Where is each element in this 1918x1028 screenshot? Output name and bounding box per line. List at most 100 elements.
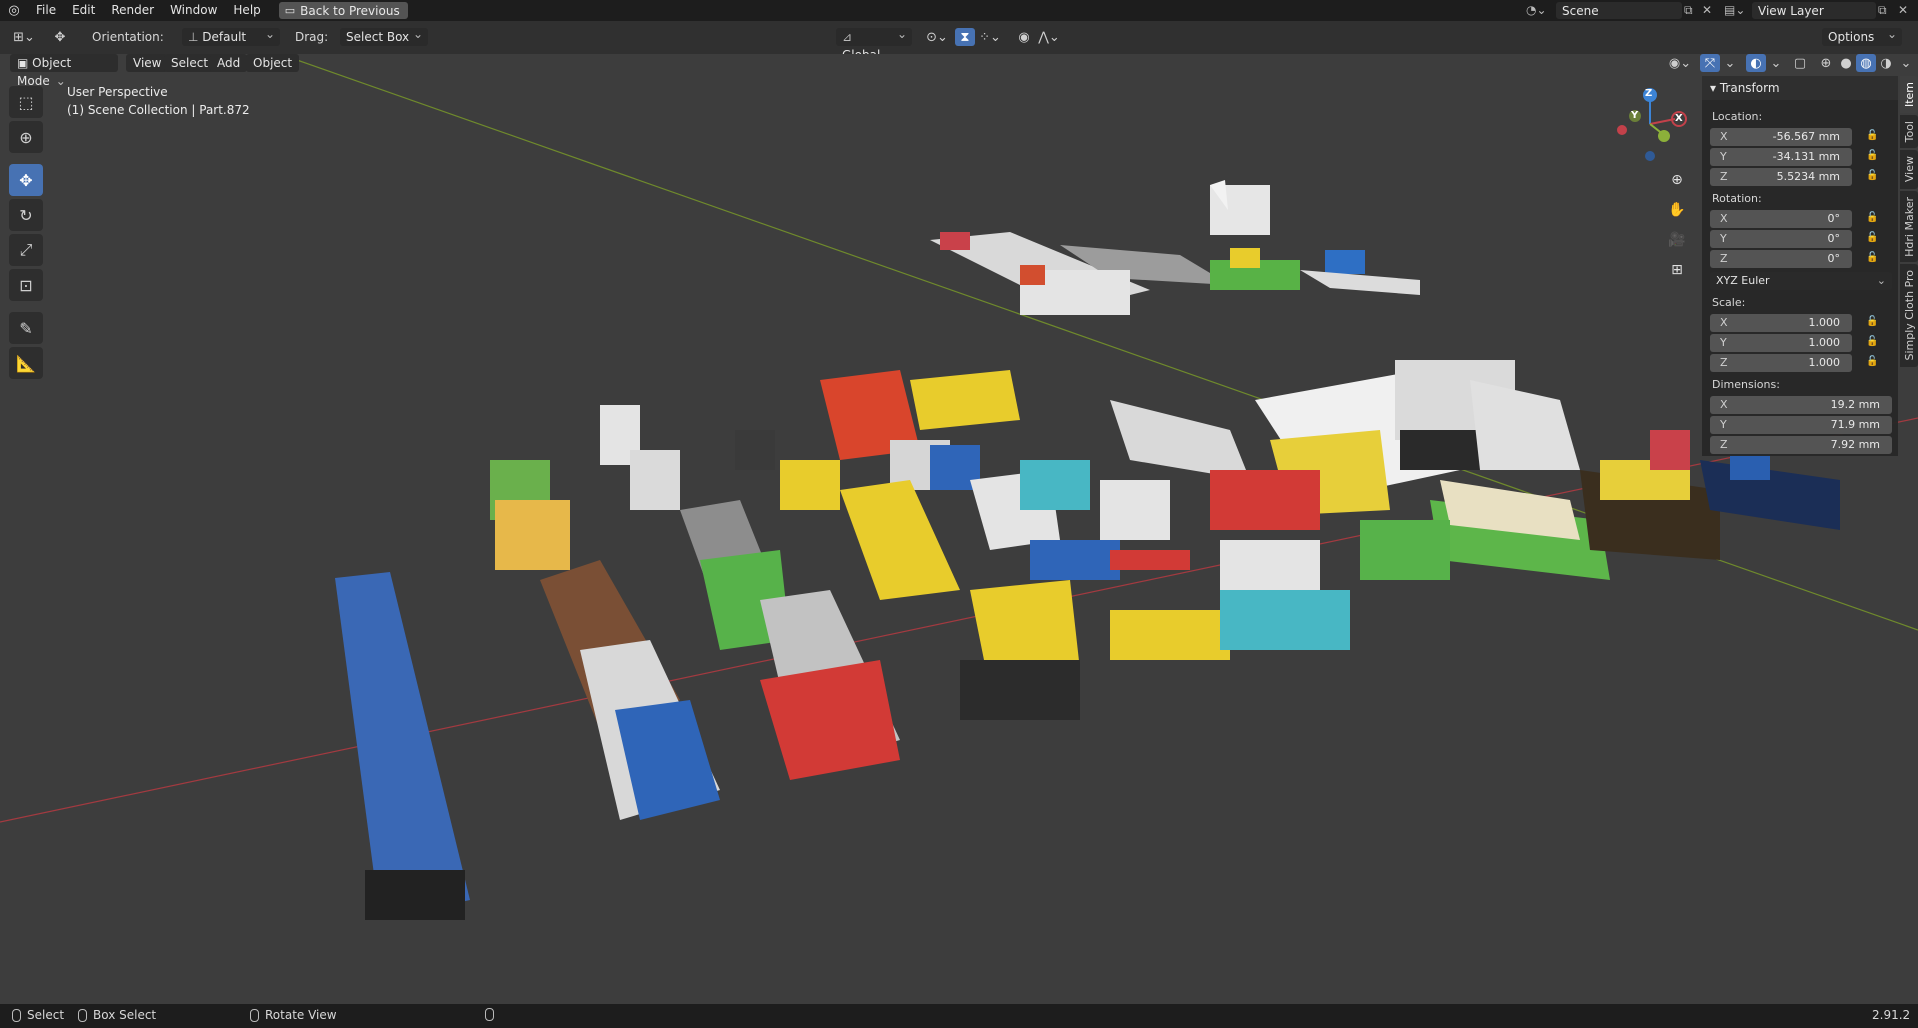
options-dropdown[interactable]: Options	[1822, 25, 1902, 46]
tab-tool[interactable]: Tool	[1900, 115, 1918, 149]
menu-help[interactable]: Help	[225, 0, 268, 21]
scale-tool-icon[interactable]: ⤢	[9, 234, 43, 266]
aircraft-group[interactable]	[930, 180, 1420, 315]
orientation-value: Default	[202, 30, 247, 44]
scale-x-field[interactable]: X 1.000	[1710, 314, 1852, 332]
lock-scale-y-icon[interactable]: 🔓	[1866, 336, 1880, 348]
location-x-field[interactable]: X -56.567 mm	[1710, 128, 1852, 146]
lock-location-z-icon[interactable]: 🔓	[1866, 170, 1880, 182]
blender-logo-icon[interactable]: ◎	[0, 0, 28, 21]
proportional-falloff-icon[interactable]: ⋀⌄	[1034, 28, 1064, 46]
drag-dropdown[interactable]: Select Box	[340, 25, 428, 46]
menu-object[interactable]: Object	[246, 54, 300, 72]
snap-target-icon[interactable]: ⁘⌄	[975, 28, 1005, 46]
dimensions-z-field[interactable]: Z 7.92 mm	[1710, 436, 1892, 454]
overlays-menu-icon[interactable]: ⌄	[1766, 54, 1786, 72]
menu-render[interactable]: Render	[103, 0, 162, 21]
dimensions-x-field[interactable]: X 19.2 mm	[1710, 396, 1892, 414]
select-box-tool-icon[interactable]: ⬚	[9, 86, 43, 118]
menu-file[interactable]: File	[28, 0, 64, 21]
tab-view[interactable]: View	[1900, 150, 1918, 189]
lock-scale-z-icon[interactable]: 🔓	[1866, 356, 1880, 368]
dimensions-y-field[interactable]: Y 71.9 mm	[1710, 416, 1892, 434]
rotation-y-field[interactable]: Y 0°	[1710, 230, 1852, 248]
right-mouse-icon	[485, 1008, 494, 1021]
tab-simply-cloth-pro[interactable]: Simply Cloth Pro	[1900, 264, 1918, 367]
cursor-tool-icon[interactable]: ⊕	[9, 121, 43, 153]
location-z-field[interactable]: Z 5.5234 mm	[1710, 168, 1852, 186]
menu-select[interactable]: Select	[164, 54, 216, 72]
tab-hdri-maker[interactable]: Hdri Maker	[1900, 190, 1918, 263]
lock-rotation-z-icon[interactable]: 🔓	[1866, 252, 1880, 264]
scene-selector-icon[interactable]: ◔⌄	[1526, 3, 1547, 17]
transform-tool-icon[interactable]: ⊡	[9, 269, 43, 301]
zoom-view-icon[interactable]: ⊕	[1664, 167, 1690, 193]
rendered-shading-icon[interactable]: ◑	[1876, 54, 1896, 72]
menu-add[interactable]: Add	[210, 54, 248, 72]
pan-view-icon[interactable]: ✋	[1664, 197, 1690, 223]
snap-toggle-icon[interactable]: ⧗	[955, 28, 975, 46]
lock-rotation-y-icon[interactable]: 🔓	[1866, 232, 1880, 244]
rotation-x-field[interactable]: X 0°	[1710, 210, 1852, 228]
camera-view-icon[interactable]: 🎥	[1664, 227, 1690, 253]
lock-rotation-x-icon[interactable]: 🔓	[1866, 212, 1880, 224]
menu-view[interactable]: View	[126, 54, 169, 72]
gizmo-z-label: Z	[1645, 88, 1653, 99]
shading-menu-icon[interactable]: ⌄	[1896, 54, 1916, 72]
delete-scene-icon[interactable]: ✕	[1702, 3, 1712, 17]
dimensions-label: Dimensions:	[1712, 378, 1780, 391]
back-to-previous-button[interactable]: ▭ Back to Previous	[278, 2, 408, 19]
scene-name: Scene	[1562, 3, 1599, 18]
orientation-dropdown[interactable]: ⊥ Default	[182, 25, 280, 46]
rotation-mode-dropdown[interactable]: XYZ Euler ⌄	[1710, 272, 1892, 290]
scale-y-field[interactable]: Y 1.000	[1710, 334, 1852, 352]
annotate-tool-icon[interactable]: ✎	[9, 312, 43, 344]
gizmo-y-label: Y	[1631, 110, 1639, 121]
proportional-editing-icon[interactable]: ◉	[1014, 28, 1034, 46]
scale-x-axis: X	[1720, 316, 1728, 329]
measure-tool-icon[interactable]: 📐	[9, 347, 43, 379]
tab-item[interactable]: Item	[1900, 76, 1918, 114]
overlays-toggle-icon[interactable]: ◐	[1746, 54, 1766, 72]
rotation-label: Rotation:	[1712, 192, 1762, 205]
solid-shading-icon[interactable]: ●	[1836, 54, 1856, 72]
view-layer-field[interactable]: View Layer	[1752, 2, 1876, 19]
menu-edit[interactable]: Edit	[64, 0, 103, 21]
sidebar-tabs: Item Tool View Hdri Maker Simply Cloth P…	[1900, 76, 1918, 369]
viewport-scene[interactable]	[0, 54, 1918, 1012]
delete-view-layer-icon[interactable]: ✕	[1898, 3, 1908, 17]
visibility-icon[interactable]: ◉⌄	[1666, 54, 1694, 72]
object-mode-dropdown[interactable]: ▣ Object Mode ⌄	[10, 54, 118, 88]
pivot-point-icon[interactable]: ⊙⌄	[922, 28, 952, 46]
xray-toggle-icon[interactable]: ▢	[1790, 54, 1810, 72]
gizmo-toggle-icon[interactable]: ⤧	[1700, 54, 1720, 72]
status-box-select: Box Select	[78, 1008, 156, 1022]
left-mouse-icon	[12, 1008, 21, 1022]
location-x-value: -56.567 mm	[1772, 130, 1840, 143]
scale-z-field[interactable]: Z 1.000	[1710, 354, 1852, 372]
tool-shelf: ⬚ ⊕ ✥ ↻ ⤢ ⊡ ✎ 📐	[9, 86, 47, 382]
scene-name-field[interactable]: Scene	[1556, 2, 1682, 19]
transform-panel-header[interactable]: ▾ Transform	[1702, 76, 1898, 100]
transform-orientation-dropdown[interactable]: ⊿ Global	[836, 25, 912, 62]
editor-type-icon[interactable]: ⊞⌄	[10, 28, 38, 46]
location-y-value: -34.131 mm	[1772, 150, 1840, 163]
lock-scale-x-icon[interactable]: 🔓	[1866, 316, 1880, 328]
move-tool-button-icon[interactable]: ✥	[9, 164, 43, 196]
version-label: 2.91.2	[1872, 1008, 1911, 1022]
wireframe-shading-icon[interactable]: ⊕	[1816, 54, 1836, 72]
orthographic-toggle-icon[interactable]: ⊞	[1664, 257, 1690, 283]
new-scene-icon[interactable]: ⧉	[1684, 3, 1693, 18]
lock-location-y-icon[interactable]: 🔓	[1866, 150, 1880, 162]
gizmo-menu-icon[interactable]: ⌄	[1720, 54, 1740, 72]
rotation-z-field[interactable]: Z 0°	[1710, 250, 1852, 268]
rotation-z-value: 0°	[1827, 252, 1841, 265]
location-y-field[interactable]: Y -34.131 mm	[1710, 148, 1852, 166]
3d-viewport[interactable]: User Perspective (1) Scene Collection | …	[0, 54, 1918, 1012]
rotate-tool-icon[interactable]: ↻	[9, 199, 43, 231]
lock-location-x-icon[interactable]: 🔓	[1866, 130, 1880, 142]
new-view-layer-icon[interactable]: ⧉	[1878, 3, 1887, 18]
menu-window[interactable]: Window	[162, 0, 225, 21]
view-layer-selector-icon[interactable]: ▤⌄	[1724, 3, 1745, 17]
material-preview-shading-icon[interactable]: ◍	[1856, 54, 1876, 72]
